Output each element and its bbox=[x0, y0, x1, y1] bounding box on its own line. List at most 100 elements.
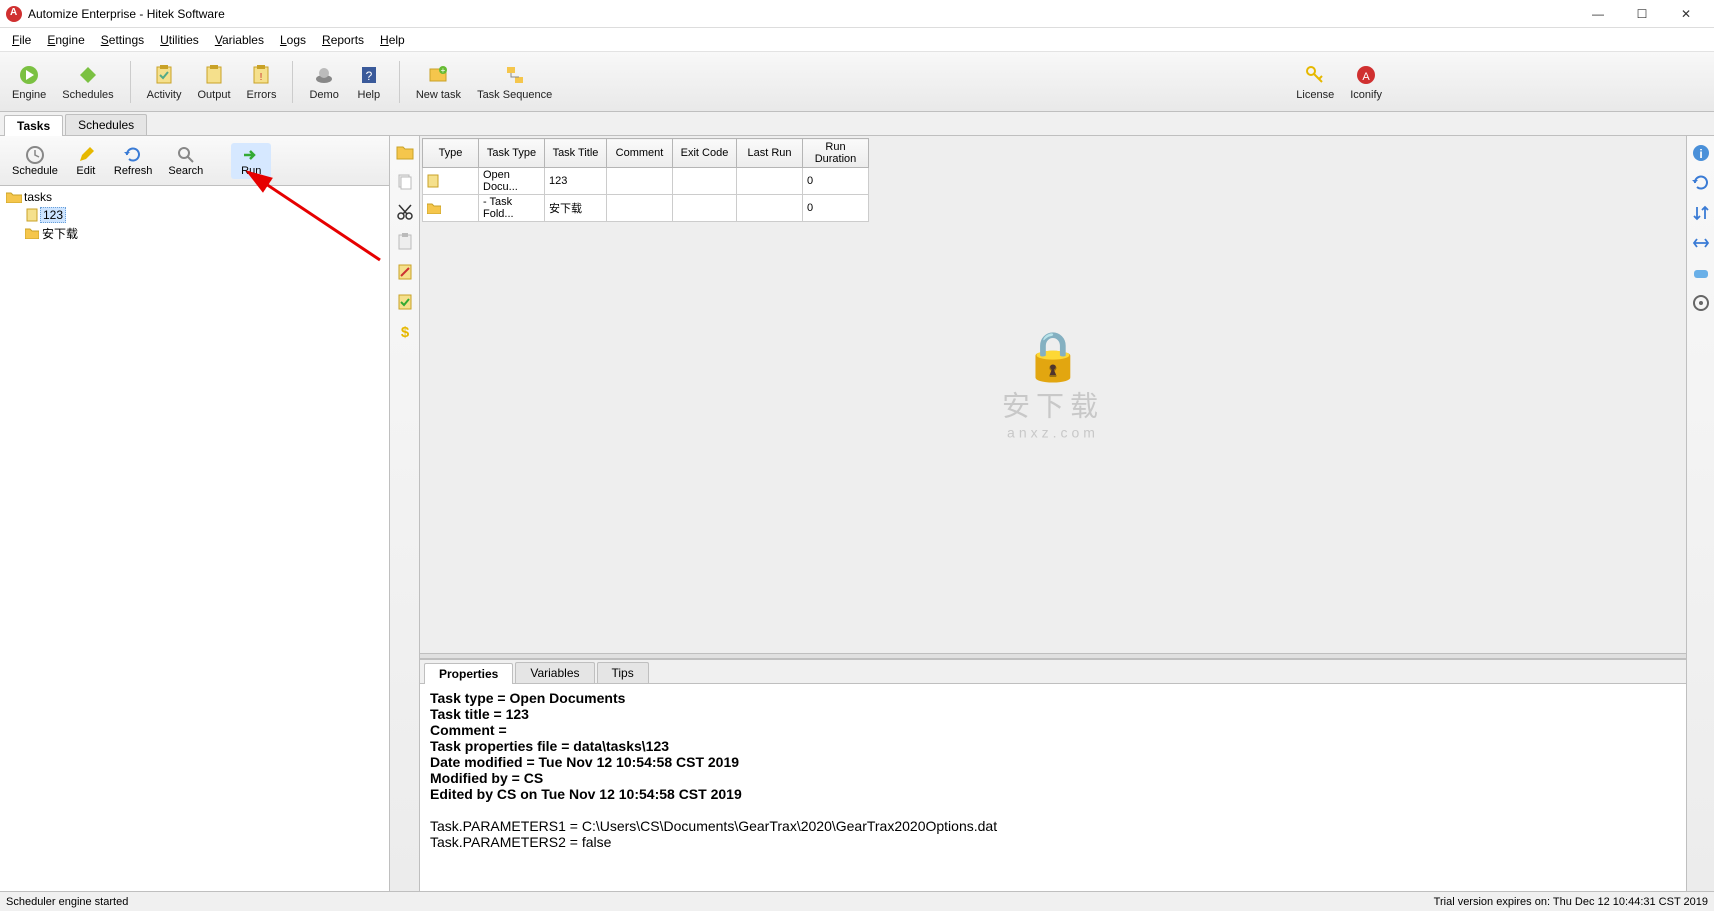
detail-panel: Properties Variables Tips Task type = Op… bbox=[420, 659, 1686, 891]
close-button[interactable]: ✕ bbox=[1664, 2, 1708, 26]
tasksequence-icon bbox=[503, 63, 527, 87]
refresh-button[interactable]: Refresh bbox=[106, 143, 161, 179]
col-comment[interactable]: Comment bbox=[607, 139, 673, 168]
refresh-right-button[interactable] bbox=[1690, 172, 1712, 194]
menu-variables[interactable]: Variables bbox=[207, 31, 272, 49]
demo-button[interactable]: Demo bbox=[301, 61, 346, 103]
scissors-icon bbox=[396, 203, 414, 221]
pencil-icon bbox=[76, 145, 96, 165]
search-button[interactable]: Search bbox=[160, 143, 211, 179]
tab-tasks[interactable]: Tasks bbox=[4, 115, 63, 136]
play-icon bbox=[17, 63, 41, 87]
sort-icon bbox=[1692, 204, 1710, 222]
maximize-button[interactable]: ☐ bbox=[1620, 2, 1664, 26]
edit-button[interactable]: Edit bbox=[66, 143, 106, 179]
folder-icon bbox=[423, 195, 479, 222]
search-icon bbox=[176, 145, 196, 165]
cost-button[interactable]: $ bbox=[393, 320, 417, 344]
col-exit-code[interactable]: Exit Code bbox=[673, 139, 737, 168]
sort-button[interactable] bbox=[1690, 202, 1712, 224]
svg-text:!: ! bbox=[260, 72, 263, 83]
tree-root[interactable]: tasks bbox=[4, 188, 385, 206]
settings-right-button[interactable] bbox=[1690, 292, 1712, 314]
file-icon bbox=[24, 208, 40, 222]
folder-open-icon bbox=[6, 190, 22, 204]
demo-icon bbox=[312, 63, 336, 87]
tree-item-anxz[interactable]: 安下载 bbox=[22, 224, 385, 242]
detail-body[interactable]: Task type = Open DocumentsTask title = 1… bbox=[420, 684, 1686, 891]
newtask-button[interactable]: + New task bbox=[408, 61, 469, 103]
svg-text:?: ? bbox=[365, 69, 372, 83]
menu-logs[interactable]: Logs bbox=[272, 31, 314, 49]
menu-engine[interactable]: Engine bbox=[39, 31, 92, 49]
menu-utilities[interactable]: Utilities bbox=[152, 31, 207, 49]
menu-file[interactable]: File bbox=[4, 31, 39, 49]
col-type[interactable]: Type bbox=[423, 139, 479, 168]
task-tree[interactable]: tasks 123 安下载 bbox=[0, 186, 389, 891]
schedules-button[interactable]: Schedules bbox=[54, 61, 121, 103]
tasksequence-button[interactable]: Task Sequence bbox=[469, 61, 560, 103]
col-run-duration[interactable]: Run Duration bbox=[803, 139, 869, 168]
copy-button[interactable] bbox=[393, 170, 417, 194]
refresh-icon bbox=[1692, 174, 1710, 192]
table-row[interactable]: - Task Fold...安下载0 bbox=[423, 195, 869, 222]
cut-button[interactable] bbox=[393, 200, 417, 224]
width-button[interactable] bbox=[1690, 232, 1712, 254]
iconify-icon: A bbox=[1354, 63, 1378, 87]
activity-button[interactable]: Activity bbox=[139, 61, 190, 103]
note-button[interactable] bbox=[393, 260, 417, 284]
right-toolbar: i bbox=[1686, 136, 1714, 891]
svg-text:A: A bbox=[1362, 71, 1370, 83]
dtab-tips[interactable]: Tips bbox=[597, 662, 649, 683]
menu-help[interactable]: Help bbox=[372, 31, 413, 49]
task-table-area[interactable]: TypeTask TypeTask TitleCommentExit CodeL… bbox=[420, 136, 1686, 653]
paste-button[interactable] bbox=[393, 230, 417, 254]
output-button[interactable]: Output bbox=[189, 61, 238, 103]
property-line: Modified by = CS bbox=[430, 770, 1676, 786]
center-area: TypeTask TypeTask TitleCommentExit CodeL… bbox=[420, 136, 1686, 891]
property-line: Date modified = Tue Nov 12 10:54:58 CST … bbox=[430, 754, 1676, 770]
left-panel: Schedule Edit Refresh Search Run bbox=[0, 136, 390, 891]
property-line: Task properties file = data\tasks\123 bbox=[430, 738, 1676, 754]
eraser-button[interactable] bbox=[1690, 262, 1712, 284]
run-arrow-icon bbox=[241, 145, 261, 165]
info-button[interactable]: i bbox=[1690, 142, 1712, 164]
col-task-type[interactable]: Task Type bbox=[479, 139, 545, 168]
svg-text:$: $ bbox=[400, 324, 409, 341]
help-button[interactable]: ? Help bbox=[347, 61, 391, 103]
menu-reports[interactable]: Reports bbox=[314, 31, 372, 49]
gear-icon bbox=[1692, 294, 1710, 312]
run-button[interactable]: Run bbox=[231, 143, 271, 179]
schedule-button[interactable]: Schedule bbox=[4, 143, 66, 179]
lock-icon: 🔒 bbox=[1002, 328, 1104, 385]
watermark: 🔒 安下载 anxz.com bbox=[1002, 328, 1104, 441]
engine-button[interactable]: Engine bbox=[4, 61, 54, 103]
check-icon bbox=[397, 293, 413, 311]
help-icon: ? bbox=[357, 63, 381, 87]
errors-button[interactable]: ! Errors bbox=[239, 61, 285, 103]
iconify-button[interactable]: A Iconify bbox=[1342, 61, 1390, 103]
svg-text:i: i bbox=[1699, 147, 1702, 161]
tree-item-123[interactable]: 123 bbox=[22, 206, 385, 224]
table-row[interactable]: Open Docu...1230 bbox=[423, 168, 869, 195]
refresh-icon bbox=[123, 145, 143, 165]
minimize-button[interactable]: — bbox=[1576, 2, 1620, 26]
col-last-run[interactable]: Last Run bbox=[737, 139, 803, 168]
toolbar-spacer bbox=[211, 159, 231, 163]
tab-schedules[interactable]: Schedules bbox=[65, 114, 147, 135]
property-line: Task title = 123 bbox=[430, 706, 1676, 722]
dtab-properties[interactable]: Properties bbox=[424, 663, 513, 684]
key-icon bbox=[1303, 63, 1327, 87]
task-table[interactable]: TypeTask TypeTask TitleCommentExit CodeL… bbox=[422, 138, 869, 222]
dtab-variables[interactable]: Variables bbox=[515, 662, 594, 683]
property-line: Task type = Open Documents bbox=[430, 690, 1676, 706]
col-task-title[interactable]: Task Title bbox=[545, 139, 607, 168]
info-icon: i bbox=[1692, 144, 1710, 162]
window-title: Automize Enterprise - Hitek Software bbox=[28, 7, 1576, 21]
status-right: Trial version expires on: Thu Dec 12 10:… bbox=[1434, 896, 1708, 908]
check-button[interactable] bbox=[393, 290, 417, 314]
schedules-icon bbox=[76, 63, 100, 87]
newfolder-button[interactable] bbox=[393, 140, 417, 164]
license-button[interactable]: License bbox=[1288, 61, 1342, 103]
menu-settings[interactable]: Settings bbox=[93, 31, 152, 49]
